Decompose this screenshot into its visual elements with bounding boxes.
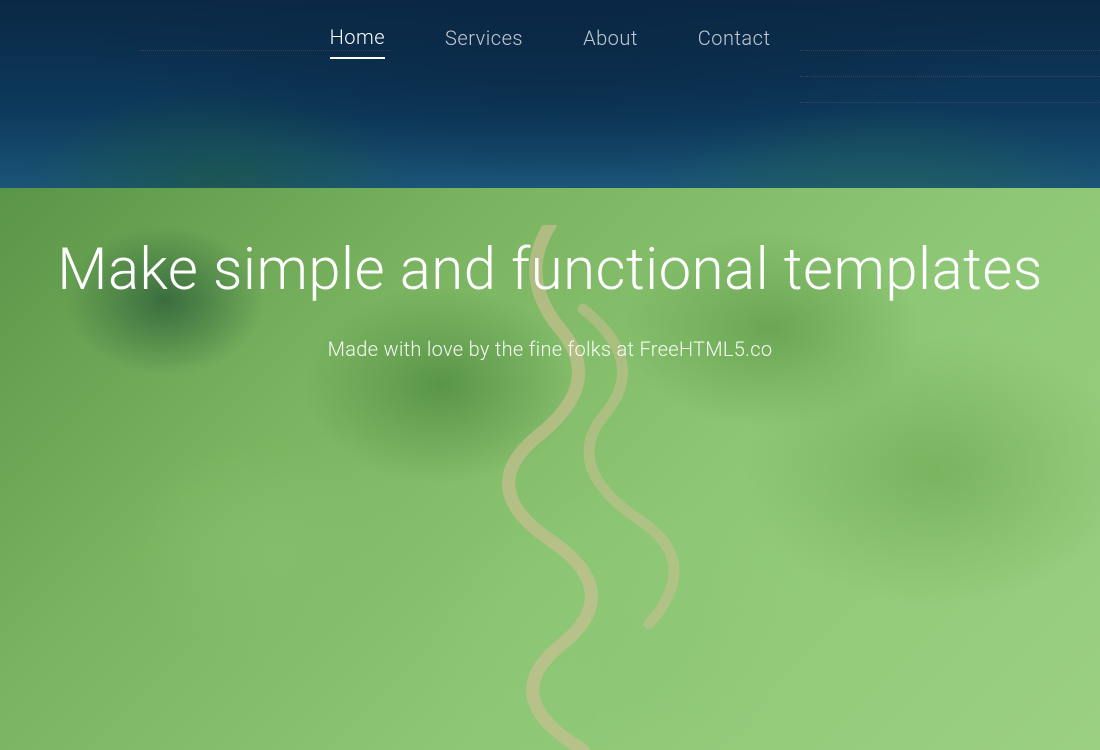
- nav-home[interactable]: Home: [330, 25, 385, 59]
- hero-subtitle: Made with love by the fine folks at Free…: [40, 337, 1060, 361]
- main-navigation: Home Services About Contact: [0, 0, 1100, 59]
- hero-title: Make simple and functional templates: [40, 234, 1060, 307]
- decorative-lines-right: [800, 50, 1100, 130]
- nav-about[interactable]: About: [583, 26, 638, 58]
- hero-content: Make simple and functional templates Mad…: [0, 234, 1100, 361]
- nav-services[interactable]: Services: [445, 26, 523, 58]
- hero-section: Home Services About Contact Make simple …: [0, 0, 1100, 750]
- nav-contact[interactable]: Contact: [698, 26, 771, 58]
